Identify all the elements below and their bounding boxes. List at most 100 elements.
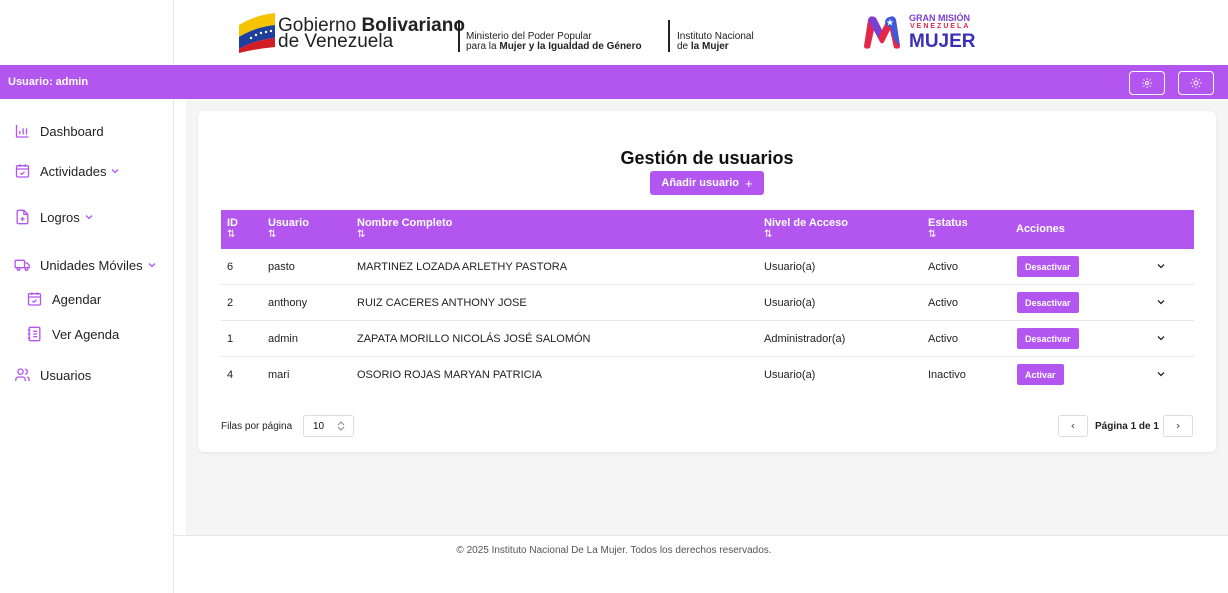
deactivate-button[interactable]: Desactivar xyxy=(1017,292,1079,313)
chevron-down-icon[interactable] xyxy=(1155,296,1167,308)
cell-estatus: Inactivo xyxy=(928,369,966,381)
mision-m-icon xyxy=(864,16,900,49)
sidebar-item-label: Usuarios xyxy=(40,367,92,383)
sidebar-item-logros[interactable]: Logros xyxy=(14,209,104,225)
column-header-usuario[interactable]: Usuario ⇅ xyxy=(268,217,309,241)
settings-button[interactable] xyxy=(1129,71,1165,95)
table-row: 4 mari OSORIO ROJAS MARYAN PATRICIA Usua… xyxy=(221,357,1194,393)
main-content: Gestión de usuarios Añadir usuario + ID ⇅… xyxy=(186,99,1228,535)
next-page-button[interactable] xyxy=(1163,415,1193,437)
sort-icon: ⇅ xyxy=(227,229,236,240)
plus-icon: + xyxy=(745,175,753,191)
chevron-left-icon xyxy=(1071,423,1075,429)
cell-usuario: anthony xyxy=(268,297,308,309)
column-header-id[interactable]: ID ⇅ xyxy=(227,217,238,241)
sidebar-item-actividades[interactable]: Actividades xyxy=(14,163,130,179)
cell-nivel: Usuario(a) xyxy=(764,297,816,309)
cell-id: 6 xyxy=(227,261,234,273)
sidebar-item-label: Dashboard xyxy=(40,123,104,139)
cell-nivel: Usuario(a) xyxy=(764,261,816,273)
instituto-line2-prefix: de xyxy=(677,41,689,52)
venezuela-flag-icon xyxy=(239,13,275,53)
add-user-button[interactable]: Añadir usuario + xyxy=(650,171,764,195)
users-icon xyxy=(15,368,30,381)
sidebar-item-label: Ver Agenda xyxy=(52,326,120,342)
footer: © 2025 Instituto Nacional De La Mujer. T… xyxy=(174,535,1228,593)
column-header-label: ID xyxy=(227,217,238,229)
rows-per-page-value: 10 xyxy=(313,420,325,432)
add-user-label: Añadir usuario xyxy=(661,177,740,189)
column-header-nivel[interactable]: Nivel de Acceso ⇅ xyxy=(764,217,848,241)
cell-nombre: ZAPATA MORILLO NICOLÁS JOSÉ SALOMÓN xyxy=(357,333,591,345)
column-header-label: Acciones xyxy=(1016,223,1065,235)
instituto-line2-bold: la Mujer xyxy=(690,41,729,52)
sidebar-item-label: Agendar xyxy=(52,291,102,307)
sidebar-item-agendar[interactable]: Agendar xyxy=(26,291,101,307)
deactivate-button[interactable]: Desactivar xyxy=(1017,256,1079,277)
table-header: ID ⇅ Usuario ⇅ Nombre Completo ⇅ Nivel de A… xyxy=(221,210,1194,249)
ministerio-line2-prefix: para la xyxy=(466,41,497,52)
mision-line1: GRAN MISIÓN xyxy=(909,13,971,23)
sort-icon: ⇅ xyxy=(928,229,937,240)
theme-toggle-button[interactable] xyxy=(1178,71,1214,95)
activate-button[interactable]: Activar xyxy=(1017,364,1064,385)
cell-id: 1 xyxy=(227,333,234,345)
sidebar-item-ver-agenda[interactable]: Ver Agenda xyxy=(26,326,119,342)
prev-page-button[interactable] xyxy=(1058,415,1088,437)
rows-per-page-label: Filas por página xyxy=(221,421,293,432)
cell-nivel: Administrador(a) xyxy=(764,333,846,345)
calendar-check-icon xyxy=(27,292,42,306)
divider xyxy=(458,20,460,52)
sidebar-item-usuarios[interactable]: Usuarios xyxy=(14,367,91,383)
column-header-estatus[interactable]: Estatus ⇅ xyxy=(928,217,968,241)
chevron-down-icon[interactable] xyxy=(1155,332,1167,344)
chevron-right-icon xyxy=(1176,423,1180,429)
users-card: Gestión de usuarios Añadir usuario + ID ⇅… xyxy=(198,111,1216,452)
calendar-icon xyxy=(15,164,30,178)
truck-icon xyxy=(14,259,30,271)
gear-icon xyxy=(1142,78,1152,88)
column-header-label: Estatus xyxy=(928,217,968,229)
mision-line2: VENEZUELA xyxy=(910,23,971,30)
sidebar-item-label: Actividades xyxy=(40,163,107,179)
notebook-icon xyxy=(27,326,41,342)
mision-line3: MUJER xyxy=(909,31,976,52)
copyright-text: © 2025 Instituto Nacional De La Mujer. T… xyxy=(456,545,772,556)
cell-nivel: Usuario(a) xyxy=(764,369,816,381)
page-indicator: Página 1 de 1 xyxy=(1095,421,1159,432)
chevron-down-icon[interactable] xyxy=(1155,260,1167,272)
ministerio-text: Ministerio del Poder Popular para la Muj… xyxy=(466,32,642,52)
gobierno-text-line2: de Venezuela xyxy=(278,31,394,52)
deactivate-button[interactable]: Desactivar xyxy=(1017,328,1079,349)
cell-usuario: admin xyxy=(268,333,298,345)
page-title: Gestión de usuarios xyxy=(620,148,794,168)
sort-icon: ⇅ xyxy=(357,229,366,240)
chevron-down-icon[interactable] xyxy=(1155,368,1167,380)
current-user-label: Usuario: admin xyxy=(8,76,89,88)
cell-estatus: Activo xyxy=(928,261,958,273)
cell-usuario: mari xyxy=(268,369,290,381)
column-header-label: Usuario xyxy=(268,217,309,229)
column-header-nombre[interactable]: Nombre Completo ⇅ xyxy=(357,217,452,241)
chevron-down-icon xyxy=(148,263,156,268)
sidebar-item-unidades-moviles[interactable]: Unidades Móviles xyxy=(14,257,167,273)
chevron-updown-icon xyxy=(337,421,345,431)
column-header-label: Nivel de Acceso xyxy=(764,217,848,229)
cell-id: 2 xyxy=(227,297,234,309)
instituto-text: Instituto Nacional de la Mujer xyxy=(677,32,754,52)
cell-usuario: pasto xyxy=(268,261,295,273)
chart-icon xyxy=(15,125,29,138)
sidebar-item-label: Unidades Móviles xyxy=(40,257,143,273)
rows-per-page-select[interactable]: 10 xyxy=(303,415,354,437)
cell-estatus: Activo xyxy=(928,297,958,309)
sort-icon: ⇅ xyxy=(764,229,773,240)
column-header-label: Nombre Completo xyxy=(357,217,453,229)
sort-icon: ⇅ xyxy=(268,229,277,240)
mision-mujer-logo: GRAN MISIÓN VENEZUELA MUJER xyxy=(860,10,990,54)
cell-id: 4 xyxy=(227,369,234,381)
sun-icon xyxy=(1190,77,1202,89)
cell-nombre: OSORIO ROJAS MARYAN PATRICIA xyxy=(357,369,542,381)
chevron-down-icon xyxy=(85,215,93,220)
sidebar-item-dashboard[interactable]: Dashboard xyxy=(14,123,104,139)
cell-nombre: MARTINEZ LOZADA ARLETHY PASTORA xyxy=(357,261,568,273)
